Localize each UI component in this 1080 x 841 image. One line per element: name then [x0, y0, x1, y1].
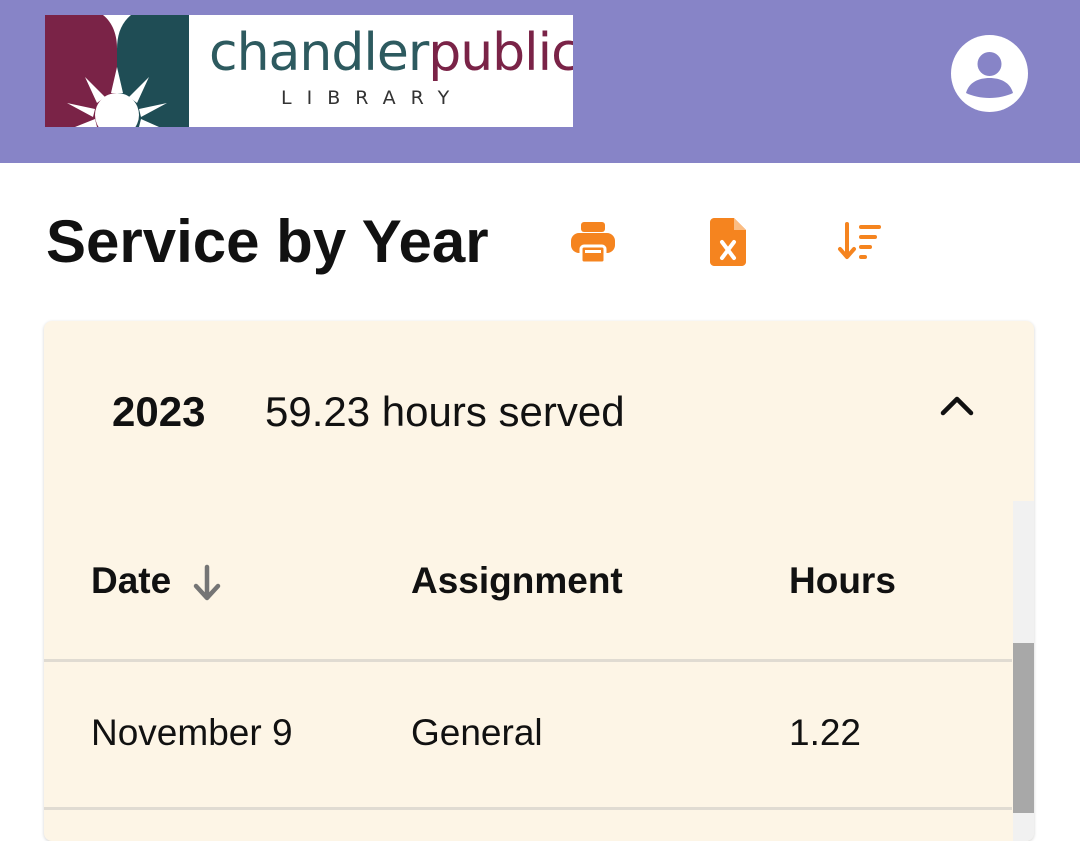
column-header-hours[interactable]: Hours: [789, 557, 896, 605]
cell-assignment: General: [411, 712, 543, 753]
page-title: Service by Year: [46, 208, 489, 275]
table-header-row: Date Assignment Hours: [44, 527, 1012, 662]
logo-mark-icon: [45, 15, 189, 127]
logo-wordmark: chandlerpublic: [209, 23, 573, 83]
chevron-up-icon[interactable]: [937, 387, 977, 427]
app-bar: chandlerpublic LIBRARY: [0, 0, 1080, 163]
hours-summary: 59.23 hours served: [265, 388, 625, 435]
year-panel-header[interactable]: 2023 59.23 hours served: [44, 321, 1034, 501]
sort-descending-icon: [838, 222, 881, 259]
arrow-down-icon[interactable]: [190, 563, 224, 603]
excel-file-icon: [710, 218, 746, 266]
logo-word-main: chandler: [209, 23, 429, 83]
column-header-date[interactable]: Date: [91, 557, 171, 605]
print-icon: [571, 222, 615, 264]
scrollbar-thumb[interactable]: [1013, 643, 1034, 813]
sort-button[interactable]: [826, 207, 896, 277]
library-logo[interactable]: chandlerpublic LIBRARY: [45, 15, 573, 127]
export-excel-button[interactable]: [693, 207, 763, 277]
cell-date: November 9: [91, 712, 293, 753]
logo-subtitle: LIBRARY: [281, 87, 465, 109]
print-button[interactable]: [558, 207, 628, 277]
account-button[interactable]: [951, 35, 1028, 112]
account-circle-icon: [951, 35, 1028, 112]
cell-hours: 1.22: [789, 712, 862, 753]
logo-word-accent: public: [428, 23, 573, 83]
year-panel: 2023 59.23 hours served Date Assignment …: [44, 321, 1034, 841]
table-row: November 9 General 1.22: [44, 661, 1012, 810]
column-header-assignment[interactable]: Assignment: [411, 557, 623, 605]
year-label: 2023: [112, 388, 206, 435]
